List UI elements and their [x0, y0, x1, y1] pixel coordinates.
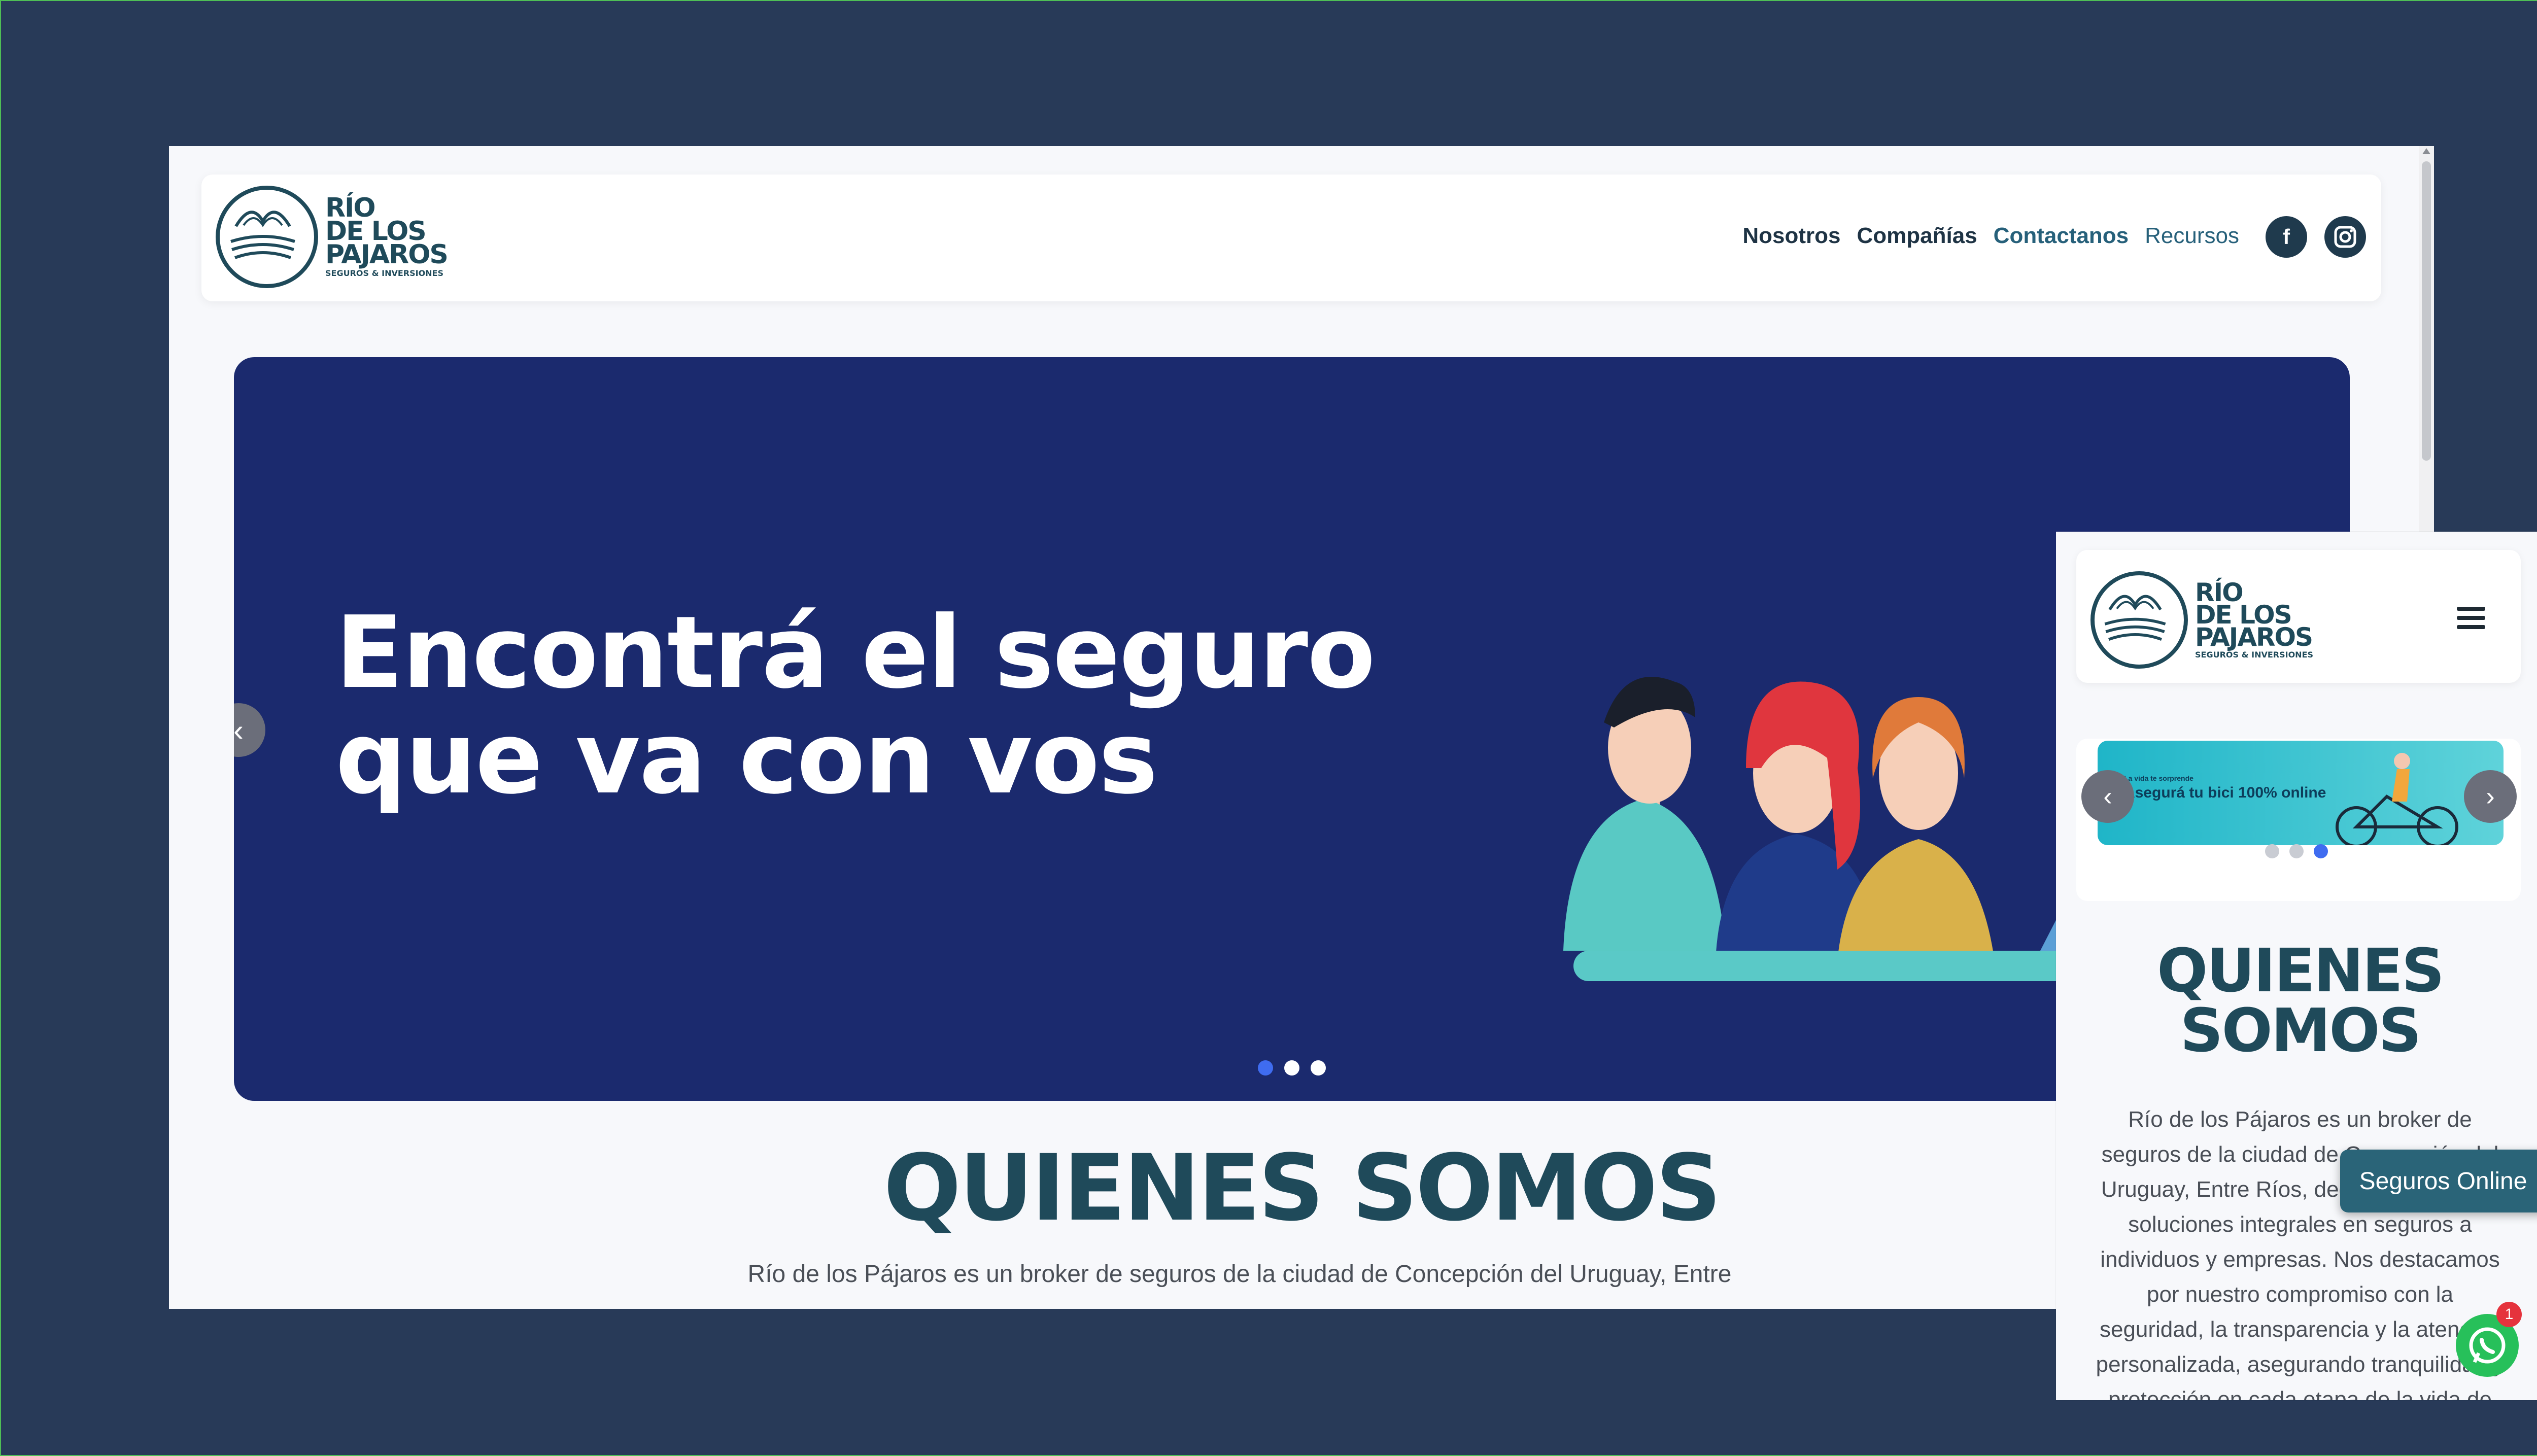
chevron-left-icon: ‹ — [234, 713, 244, 747]
nav-link-companias[interactable]: Compañías — [1857, 223, 1977, 249]
mobile-logo-emblem-icon — [2090, 571, 2188, 669]
hero-title-line-2: que va con vos — [335, 700, 1158, 816]
nav-link-contactanos[interactable]: Contactanos — [1994, 223, 2129, 249]
hero-title-line-1: Encontrá el seguro — [335, 595, 1376, 711]
banner-dot-1[interactable] — [2265, 844, 2279, 858]
mobile-logo-line-3: PAJAROS — [2195, 622, 2313, 652]
about-line: por nuestro compromiso con la — [2146, 1282, 2454, 1307]
about-line: individuos y empresas. Nos destacamos — [2100, 1247, 2500, 1272]
scrollbar-thumb[interactable] — [2422, 161, 2431, 461]
instagram-glyph — [2334, 226, 2356, 248]
nav-link-nosotros[interactable]: Nosotros — [1742, 223, 1840, 249]
instagram-icon[interactable] — [2324, 216, 2366, 258]
banner-prev-arrow[interactable]: ‹ — [2081, 770, 2134, 823]
scroll-up-arrow-icon[interactable] — [2422, 148, 2430, 154]
about-line: protección en cada etapa de la vida de — [2108, 1387, 2492, 1400]
hero-carousel: Encontrá el seguro que va con vos ‹ — [234, 357, 2350, 1101]
banner-pagination — [2265, 844, 2328, 858]
desktop-navbar: RÍO DE LOS PAJAROS SEGUROS & INVERSIONES… — [201, 175, 2381, 301]
logo-tagline: SEGUROS & INVERSIONES — [325, 268, 444, 278]
chevron-right-icon: › — [2486, 782, 2495, 811]
whatsapp-badge: 1 — [2496, 1302, 2522, 1327]
hero-dot-2[interactable] — [1284, 1060, 1299, 1076]
chevron-left-icon: ‹ — [2103, 782, 2112, 811]
hero-pagination — [1258, 1060, 1326, 1076]
mobile-about-title: QUIENES SOMOS — [2056, 941, 2537, 1060]
facebook-glyph: f — [2283, 225, 2290, 249]
hero-dot-1[interactable] — [1258, 1060, 1273, 1076]
mobile-browser-view: RÍO DE LOS PAJAROS SEGUROS & INVERSIONES… — [2056, 532, 2537, 1400]
mobile-navbar: RÍO DE LOS PAJAROS SEGUROS & INVERSIONES — [2076, 550, 2521, 683]
nav-link-recursos[interactable]: Recursos — [2145, 223, 2239, 249]
hero-prev-arrow[interactable]: ‹ — [234, 703, 265, 757]
seguros-online-button[interactable]: Seguros Online — [2340, 1150, 2537, 1212]
banner-next-arrow[interactable]: › — [2464, 770, 2517, 823]
mobile-about-title-line-2: SOMOS — [2180, 995, 2421, 1065]
mobile-logo[interactable]: RÍO DE LOS PAJAROS SEGUROS & INVERSIONES — [2090, 571, 2313, 669]
logo-emblem-icon — [216, 186, 318, 288]
banner-kicker: La vida te sorprende — [2124, 774, 2193, 782]
banner-headline: Asegurá tu bici 100% online — [2124, 784, 2326, 801]
facebook-icon[interactable]: f — [2266, 216, 2307, 258]
mobile-banner[interactable]: La vida te sorprende Asegurá tu bici 100… — [2098, 741, 2504, 845]
hero-dot-3[interactable] — [1311, 1060, 1326, 1076]
banner-dot-2[interactable] — [2289, 844, 2304, 858]
about-text: Río de los Pájaros es un broker de segur… — [747, 1261, 1732, 1288]
logo-line-3: PAJAROS — [325, 239, 449, 270]
banner-dot-3[interactable] — [2314, 844, 2328, 858]
about-line: Río de los Pájaros es un broker de — [2128, 1107, 2472, 1132]
whatsapp-icon — [2469, 1327, 2506, 1364]
desktop-nav-menu: Nosotros Compañías Contactanos Recursos — [1742, 223, 2239, 249]
mobile-about-title-line-1: QUIENES — [2157, 935, 2445, 1006]
hero-title: Encontrá el seguro que va con vos — [335, 595, 1376, 816]
mobile-logo-wordmark: RÍO DE LOS PAJAROS SEGUROS & INVERSIONES — [2195, 580, 2314, 660]
logo-wordmark: RÍO DE LOS PAJAROS SEGUROS & INVERSIONES — [325, 195, 449, 278]
hamburger-menu-icon[interactable] — [2457, 607, 2485, 629]
desktop-logo[interactable]: RÍO DE LOS PAJAROS SEGUROS & INVERSIONES — [216, 186, 449, 288]
mobile-logo-tagline: SEGUROS & INVERSIONES — [2195, 649, 2314, 660]
